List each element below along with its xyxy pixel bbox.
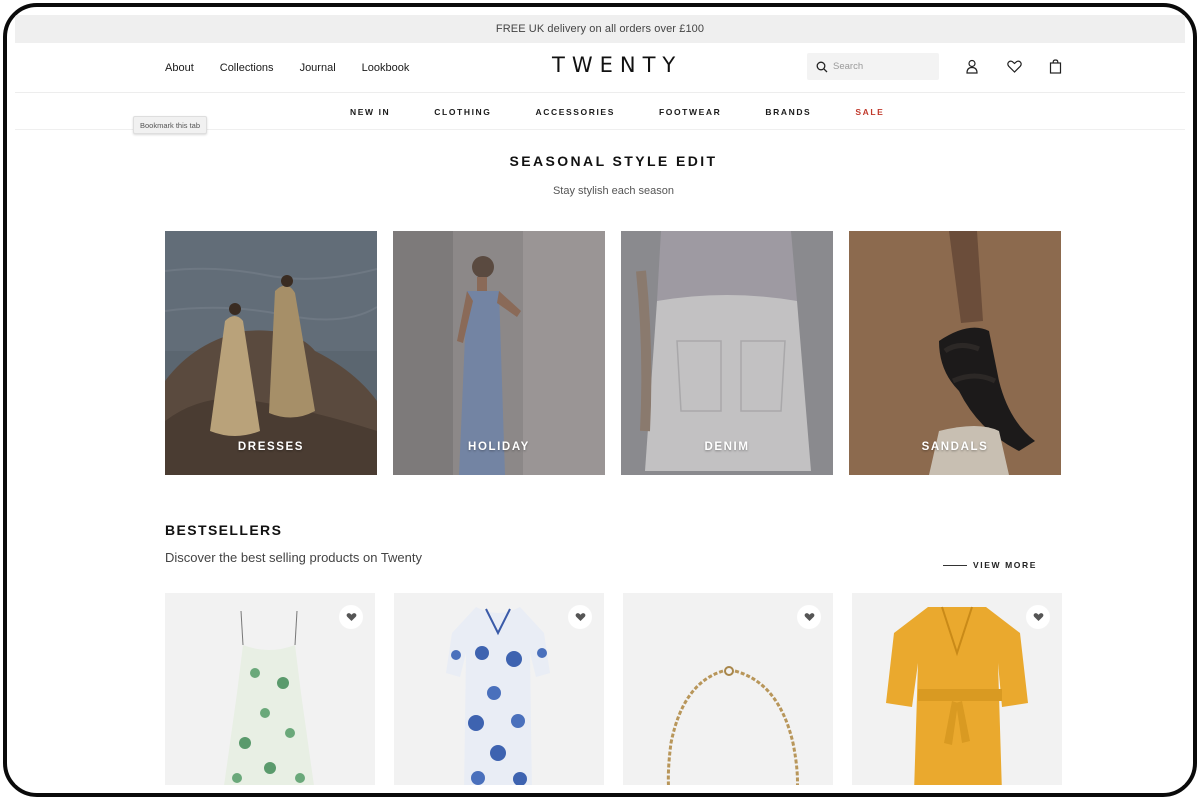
sandals-image	[849, 231, 1061, 475]
link-lookbook[interactable]: Lookbook	[362, 62, 410, 74]
tile-sandals[interactable]: SANDALS	[849, 231, 1061, 475]
view-more-link[interactable]: VIEW MORE	[943, 560, 1037, 570]
site-header: About Collections Journal Lookbook TWENT…	[15, 43, 1185, 93]
tile-holiday[interactable]: HOLIDAY	[393, 231, 605, 475]
bestsellers-subtitle: Discover the best selling products on Tw…	[165, 550, 423, 565]
link-collections[interactable]: Collections	[220, 62, 274, 74]
nav-accessories[interactable]: ACCESSORIES	[535, 107, 614, 117]
product-card[interactable]	[852, 593, 1062, 785]
product-card[interactable]	[394, 593, 604, 785]
tile-dresses-label: DRESSES	[237, 441, 305, 453]
heart-filled-icon	[346, 613, 356, 622]
bag-icon[interactable]	[1046, 57, 1064, 75]
seasonal-subtitle: Stay stylish each season	[552, 185, 675, 197]
browser-viewport: FREE UK delivery on all orders over £100…	[15, 15, 1185, 785]
heart-filled-icon	[575, 613, 585, 622]
heart-filled-icon	[804, 613, 814, 622]
top-links: About Collections Journal Lookbook	[165, 43, 409, 93]
nav-brands[interactable]: BRANDS	[765, 107, 811, 117]
holiday-image	[393, 231, 605, 475]
nav-sale[interactable]: SALE	[855, 107, 884, 117]
tile-dresses[interactable]: DRESSES	[165, 231, 377, 475]
dresses-image	[165, 231, 377, 475]
tile-sandals-label: SANDALS	[921, 441, 989, 453]
link-journal[interactable]: Journal	[300, 62, 336, 74]
product-card[interactable]	[623, 593, 833, 785]
site-logo[interactable]: TWENTY	[552, 53, 675, 77]
nav-clothing[interactable]: CLOTHING	[434, 107, 491, 117]
search-box[interactable]	[807, 53, 939, 80]
account-icon[interactable]	[963, 57, 981, 75]
link-about[interactable]: About	[165, 62, 194, 74]
seasonal-title: SEASONAL STYLE EDIT	[509, 153, 718, 169]
wishlist-button[interactable]	[1026, 605, 1050, 629]
view-more-label: VIEW MORE	[973, 560, 1037, 570]
denim-image	[621, 231, 833, 475]
view-more-line	[943, 564, 967, 566]
tile-denim-label: DENIM	[704, 441, 750, 453]
tile-holiday-label: HOLIDAY	[468, 441, 530, 453]
wishlist-button[interactable]	[568, 605, 592, 629]
nav-new-in[interactable]: NEW IN	[350, 107, 390, 117]
announcement-bar: FREE UK delivery on all orders over £100	[15, 15, 1185, 43]
wishlist-button[interactable]	[797, 605, 821, 629]
wishlist-button[interactable]	[339, 605, 363, 629]
product-grid	[165, 593, 1065, 785]
bookmark-tooltip: Bookmark this tab	[133, 116, 208, 134]
heart-filled-icon	[1033, 613, 1043, 622]
announcement-text: FREE UK delivery on all orders over £100	[495, 23, 705, 35]
tile-denim[interactable]: DENIM	[621, 231, 833, 475]
heart-icon[interactable]	[1005, 57, 1023, 75]
seasonal-tiles: DRESSES HOLIDAY DENIM SANDALS	[165, 231, 1062, 475]
search-input[interactable]	[833, 61, 933, 72]
search-icon	[816, 61, 828, 72]
bestsellers-title: BESTSELLERS	[165, 522, 283, 538]
product-card[interactable]	[165, 593, 375, 785]
nav-footwear[interactable]: FOOTWEAR	[659, 107, 721, 117]
device-frame: FREE UK delivery on all orders over £100…	[3, 3, 1197, 797]
